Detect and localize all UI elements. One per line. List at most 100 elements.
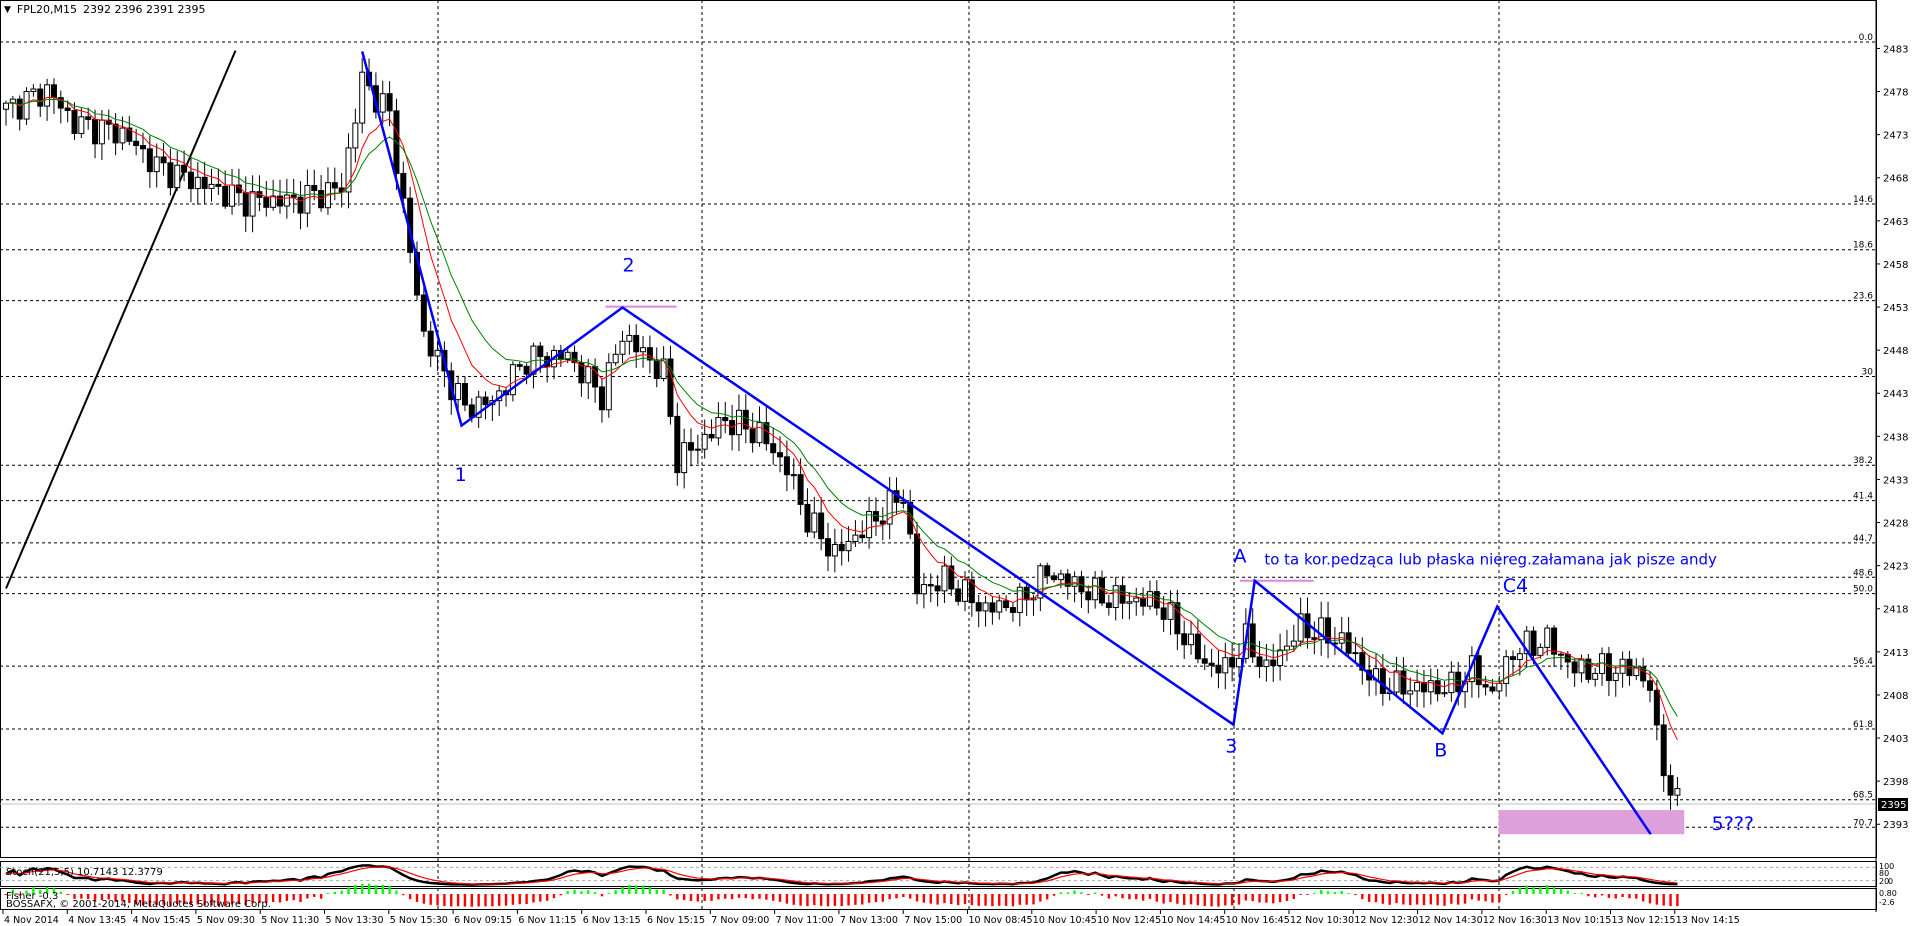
bull-candle [1578, 658, 1585, 674]
bear-candle [900, 501, 907, 504]
fib-level-label: 68.5 [1853, 791, 1873, 801]
bear-candle [797, 474, 804, 505]
price-tick-label: 2463 [1883, 217, 1908, 228]
fisher-bar-down [984, 894, 987, 906]
fisher-bar-down [867, 894, 871, 903]
bull-candle [886, 490, 893, 525]
fisher-bar-up [1059, 892, 1063, 894]
bull-candle [23, 90, 30, 120]
fisher-bar-up [1559, 888, 1563, 894]
wave-label: 1 [455, 464, 467, 486]
price-tick-label: 2398 [1883, 777, 1908, 788]
bull-candle [790, 474, 797, 477]
bear-candle [16, 98, 23, 120]
fisher-bar-down [758, 894, 761, 899]
bear-candle [1551, 627, 1558, 655]
fisher-bar-down [847, 894, 850, 906]
fisher-bar-down [813, 894, 816, 906]
fisher-bar-down [970, 894, 974, 906]
fisher-bar-down [1676, 894, 1679, 907]
bear-candle [50, 84, 57, 99]
fisher-bar-down [1361, 894, 1364, 900]
time-tick-label: 7 Nov 11:00 [776, 915, 834, 926]
bear-candle [1400, 670, 1407, 695]
fisher-bar-down [724, 894, 727, 899]
fisher-bar-down [1224, 894, 1227, 906]
fib-level-label: 70.7 [1853, 818, 1873, 828]
bear-candle [146, 148, 153, 173]
fisher-bar-down [1669, 894, 1672, 907]
bear-candle [688, 442, 694, 451]
fisher-bar-up [641, 885, 645, 894]
fisher-bar-up [1566, 890, 1569, 894]
bear-candle [1455, 671, 1462, 693]
fisher-bar-down [676, 894, 679, 900]
price-tick-label: 2423 [1883, 562, 1908, 573]
bull-candle [1236, 657, 1242, 668]
grid [0, 0, 1877, 910]
fisher-bar-down [1018, 894, 1021, 905]
fisher-bar-down [1422, 894, 1426, 906]
fisher-bar-down [1388, 894, 1391, 905]
fisher-bar-down [799, 894, 802, 906]
fisher-bar-down [1470, 894, 1474, 900]
price-tick-label: 2408 [1883, 691, 1908, 702]
fisher-bar-down [1196, 894, 1200, 906]
chart-canvas[interactable]: 1 2 3 A B C4 5??? to ta kor.pedząca lub płaska … [0, 0, 1916, 926]
bull-candle [249, 191, 256, 217]
bull-candle [735, 409, 742, 436]
bear-candle [37, 88, 44, 107]
fisher-bar-down [484, 894, 487, 907]
bear-candle [1345, 632, 1352, 654]
bear-candle [311, 185, 318, 192]
wave-label: 3 [1225, 735, 1237, 757]
fisher-bar-down [532, 894, 535, 903]
fisher-bar-down [80, 894, 83, 899]
fisher-bar-down [826, 894, 830, 907]
bull-candle [852, 534, 859, 542]
fisher-bar-down [1100, 894, 1104, 896]
fisher-bar-up [1093, 892, 1097, 894]
bear-candle [1051, 575, 1058, 581]
bear-candle [92, 118, 99, 145]
bull-candle [1188, 633, 1195, 646]
fisher-bar-down [271, 894, 275, 903]
bear-candle [1482, 684, 1489, 688]
bull-candle [208, 183, 215, 189]
bull-candle [455, 383, 462, 401]
fib-level-label: 50.0 [1853, 585, 1873, 595]
bull-candle [1071, 576, 1078, 587]
bull-candle [434, 349, 441, 357]
fib-level-label: 18.6 [1853, 241, 1873, 251]
fisher-bar-up [1552, 887, 1556, 894]
fisher-bar-down [1135, 894, 1138, 900]
bear-candle [1044, 565, 1051, 577]
fisher-bar-down [552, 894, 556, 899]
bear-candle [729, 420, 736, 436]
bull-candle [619, 340, 626, 355]
bear-candle [1647, 680, 1653, 691]
fisher-bar-up [1333, 892, 1337, 894]
bear-candle [1140, 597, 1147, 607]
fisher-bar-up [347, 887, 350, 894]
fisher-bar-up [381, 884, 384, 894]
bull-candle [1352, 652, 1359, 655]
bear-candle [112, 123, 119, 144]
time-tick-label: 5 Nov 11:30 [261, 915, 319, 926]
price-tick-label: 2433 [1883, 475, 1908, 486]
fisher-bar-up [1525, 885, 1528, 894]
bear-candle [770, 443, 777, 454]
bear-candle [1003, 600, 1010, 609]
bull-candle [694, 448, 701, 451]
fisher-bar-up [333, 891, 336, 894]
bull-candle [283, 194, 290, 207]
fisher-bar-down [922, 894, 926, 903]
wave-label: 2 [623, 254, 635, 276]
fisher-bar-down [450, 894, 453, 907]
bear-candle [71, 109, 78, 134]
fisher-bar-down [888, 894, 891, 900]
fisher-bar-down [498, 894, 501, 906]
bear-candle [1434, 680, 1441, 695]
fisher-bar-down [1203, 894, 1206, 906]
bear-candle [140, 145, 146, 150]
